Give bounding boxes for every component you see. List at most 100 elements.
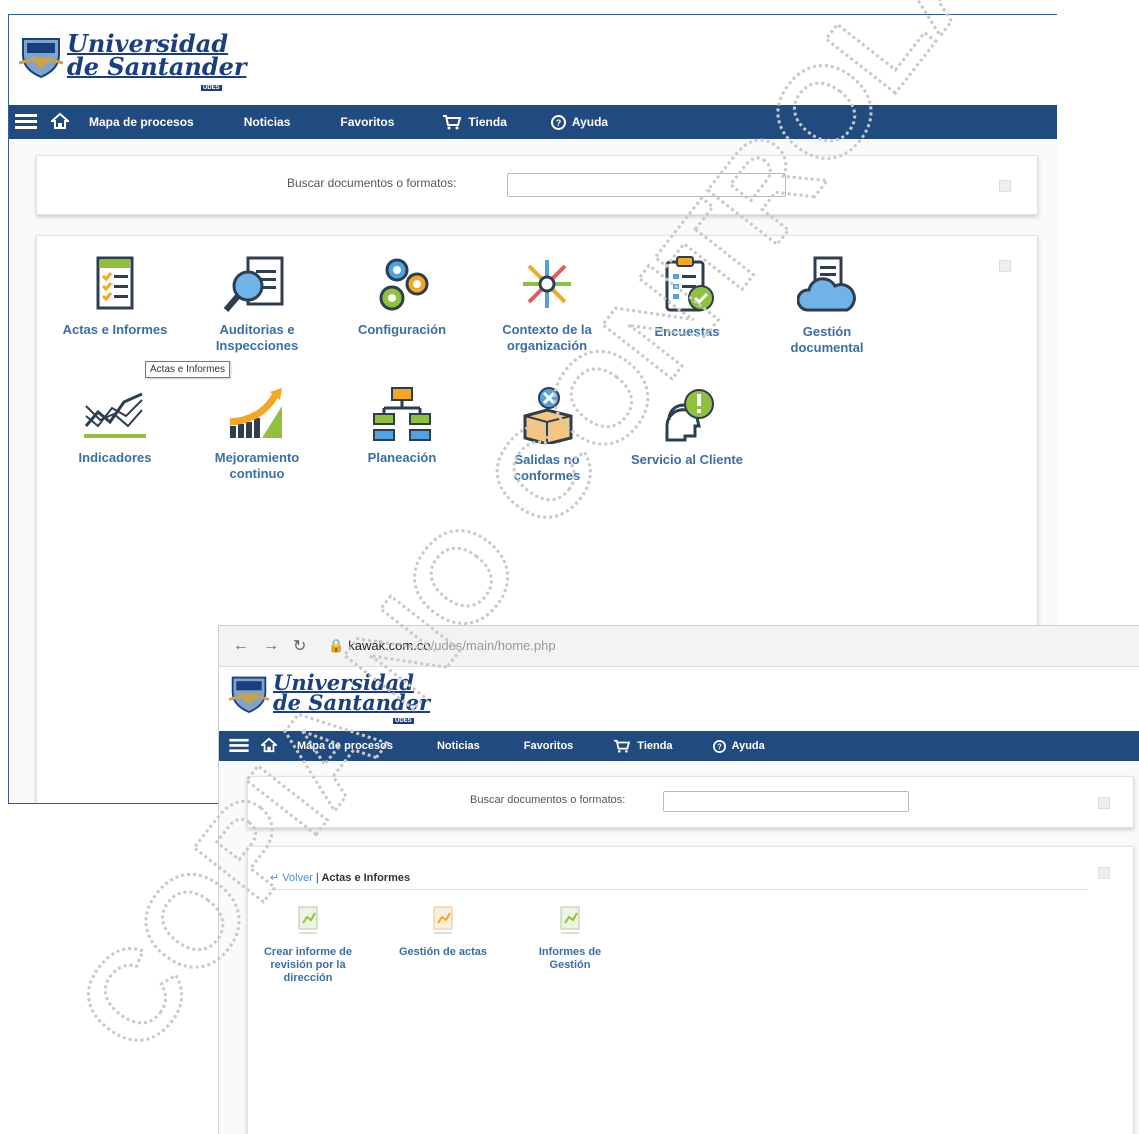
nav-ayuda-label: Ayuda bbox=[731, 740, 765, 752]
svg-text:?: ? bbox=[556, 118, 562, 128]
line-chart-icon bbox=[84, 392, 146, 438]
magnifier-document-icon bbox=[223, 256, 284, 312]
forward-arrow-icon[interactable]: → bbox=[263, 637, 279, 655]
flowchart-icon bbox=[373, 387, 431, 441]
breadcrumb-divider bbox=[268, 889, 1088, 890]
search-label: Buscar documentos o formatos: bbox=[470, 794, 626, 806]
browser-toolbar: ← → ↻ 🔒 kawak.com.co/udes/main/home.php bbox=[219, 626, 1139, 667]
cart-icon bbox=[443, 115, 462, 130]
address-bar[interactable]: 🔒 kawak.com.co/udes/main/home.php bbox=[328, 638, 555, 654]
nav-noticias[interactable]: Noticias bbox=[437, 740, 480, 752]
actas-panel: ↵ Volver | Actas e Informes Crear inform… bbox=[247, 846, 1134, 1134]
back-link[interactable]: ↵ Volver bbox=[270, 872, 313, 884]
submodule-label: Informes de Gestión bbox=[538, 946, 602, 971]
nav-tienda[interactable]: Tienda bbox=[442, 114, 507, 130]
module-configuracion[interactable]: Configuración bbox=[342, 254, 462, 338]
module-actas-e-informes[interactable]: Actas e Informes bbox=[55, 254, 175, 338]
module-encuestas[interactable]: Encuestas bbox=[627, 254, 747, 340]
module-label: Encuestas bbox=[654, 324, 720, 339]
search-input[interactable] bbox=[663, 791, 909, 812]
help-icon: ? bbox=[712, 739, 726, 753]
submodule-label: Crear informe de revisión por la direcci… bbox=[263, 946, 353, 984]
logo-line2: de Santander bbox=[273, 690, 431, 715]
document-file-icon bbox=[433, 906, 453, 934]
document-checklist-icon bbox=[96, 256, 134, 310]
nav-ayuda-label: Ayuda bbox=[571, 115, 609, 129]
module-label: Auditorias e Inspecciones bbox=[215, 322, 299, 353]
nav-favoritos[interactable]: Favoritos bbox=[524, 740, 574, 752]
logo-sub: UDES bbox=[201, 85, 222, 91]
module-label: Servicio al Cliente bbox=[631, 452, 743, 467]
breadcrumb-separator: | bbox=[315, 872, 319, 884]
tooltip: Actas e Informes bbox=[145, 361, 231, 378]
home-icon[interactable] bbox=[259, 737, 279, 756]
nav-mapa-de-procesos[interactable]: Mapa de procesos bbox=[89, 115, 194, 129]
panel-collapse-toggle[interactable] bbox=[999, 260, 1011, 272]
growth-bars-icon bbox=[229, 388, 282, 438]
crest-icon bbox=[19, 38, 63, 79]
box-reject-icon bbox=[523, 387, 573, 444]
breadcrumb-current: Actas e Informes bbox=[321, 872, 411, 884]
logo-sub: UDES bbox=[393, 718, 414, 724]
nav-noticias[interactable]: Noticias bbox=[244, 115, 291, 129]
back-arrow-icon: ↵ bbox=[270, 872, 280, 884]
home-icon[interactable] bbox=[49, 112, 71, 133]
search-input[interactable] bbox=[507, 173, 786, 197]
module-label: Configuración bbox=[357, 322, 447, 337]
module-planeacion[interactable]: Planeación bbox=[342, 386, 462, 466]
module-auditorias[interactable]: Auditorias e Inspecciones bbox=[197, 254, 317, 354]
url-path: /udes/main/home.php bbox=[430, 638, 556, 653]
module-servicio-al-cliente[interactable]: Servicio al Cliente bbox=[627, 386, 747, 468]
submodule-gestion-de-actas[interactable]: Gestión de actas bbox=[393, 905, 493, 959]
panel-collapse-toggle[interactable] bbox=[1098, 797, 1110, 809]
menu-icon[interactable] bbox=[15, 113, 37, 132]
logo-line2: de Santander bbox=[67, 52, 247, 81]
module-indicadores[interactable]: Indicadores bbox=[55, 386, 175, 466]
module-label: Salidas no conformes bbox=[513, 452, 581, 483]
header: Universidad de Santander UDES bbox=[219, 667, 1139, 729]
document-file-icon bbox=[560, 906, 580, 934]
module-label: Planeación bbox=[367, 450, 437, 465]
search-panel: Buscar documentos o formatos: bbox=[247, 776, 1134, 828]
search-panel: Buscar documentos o formatos: bbox=[36, 155, 1038, 215]
module-salidas-no-conformes[interactable]: Salidas no conformes bbox=[482, 386, 612, 484]
back-arrow-icon[interactable]: ← bbox=[233, 637, 249, 655]
nav-ayuda[interactable]: ? Ayuda bbox=[550, 114, 609, 130]
menu-icon[interactable] bbox=[229, 738, 249, 755]
cart-icon bbox=[614, 739, 631, 753]
nav-ayuda[interactable]: ? Ayuda bbox=[712, 739, 765, 753]
svg-text:?: ? bbox=[717, 742, 722, 751]
back-label: Volver bbox=[282, 872, 313, 884]
search-label: Buscar documentos o formatos: bbox=[287, 176, 457, 190]
arrows-hub-icon bbox=[523, 260, 571, 308]
module-label: Gestión documental bbox=[790, 324, 864, 355]
panel-collapse-toggle[interactable] bbox=[1098, 867, 1110, 879]
submodule-label: Gestión de actas bbox=[398, 946, 488, 958]
nav-mapa-de-procesos[interactable]: Mapa de procesos bbox=[297, 740, 393, 752]
university-logo[interactable]: Universidad de Santander UDES bbox=[19, 32, 247, 91]
module-label: Actas e Informes bbox=[62, 322, 168, 337]
nav-tienda[interactable]: Tienda bbox=[613, 739, 673, 753]
nav-tienda-label: Tienda bbox=[468, 115, 507, 129]
module-label: Mejoramiento continuo bbox=[214, 450, 300, 481]
submodule-informes-de-gestion[interactable]: Informes de Gestión bbox=[520, 905, 620, 972]
module-mejoramiento[interactable]: Mejoramiento continuo bbox=[197, 386, 317, 482]
crest-icon bbox=[229, 676, 269, 714]
header: Universidad de Santander UDES bbox=[9, 15, 1057, 105]
navbar: Mapa de procesos Noticias Favoritos Tien… bbox=[9, 105, 1057, 139]
submodule-crear-informe[interactable]: Crear informe de revisión por la direcci… bbox=[258, 905, 358, 985]
navbar: Mapa de procesos Noticias Favoritos Tien… bbox=[219, 731, 1139, 761]
module-label: Contexto de la organización bbox=[502, 322, 592, 353]
cloud-document-icon bbox=[797, 256, 856, 312]
reload-icon[interactable]: ↻ bbox=[293, 636, 306, 656]
university-logo[interactable]: Universidad de Santander UDES bbox=[229, 672, 431, 724]
nav-favoritos[interactable]: Favoritos bbox=[340, 115, 394, 129]
module-contexto[interactable]: Contexto de la organización bbox=[482, 254, 612, 354]
breadcrumb: ↵ Volver | Actas e Informes bbox=[270, 871, 410, 884]
nav-tienda-label: Tienda bbox=[637, 740, 673, 752]
panel-collapse-toggle[interactable] bbox=[999, 180, 1011, 192]
gears-icon bbox=[379, 258, 429, 311]
module-label: Indicadores bbox=[78, 450, 152, 465]
survey-clipboard-icon bbox=[665, 256, 714, 312]
module-gestion-documental[interactable]: Gestión documental bbox=[767, 254, 887, 356]
